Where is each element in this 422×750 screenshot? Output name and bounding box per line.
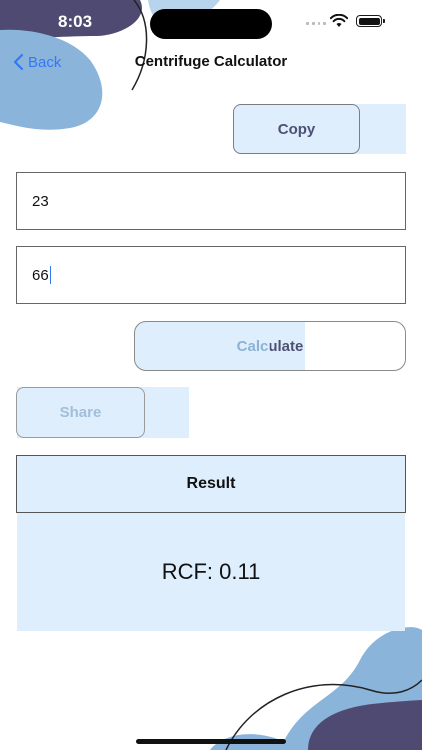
- bottom-right-light-blob: [280, 627, 422, 750]
- page-title: Centrifuge Calculator: [134, 53, 288, 70]
- result-header: Result: [16, 455, 406, 513]
- first-value-input[interactable]: 23: [16, 172, 406, 230]
- dynamic-island: [150, 9, 272, 39]
- result-panel: RCF: 0.11: [17, 513, 405, 631]
- wifi-icon: [330, 14, 348, 27]
- bottom-right-dark-blob: [308, 700, 422, 750]
- copy-button[interactable]: Copy: [233, 104, 360, 154]
- share-button-label: Share: [59, 404, 102, 421]
- battery-icon: [356, 15, 385, 27]
- second-value-text: 66: [32, 266, 49, 284]
- first-value-text: 23: [32, 192, 49, 210]
- status-time: 8:03: [58, 12, 93, 31]
- share-button[interactable]: Share: [16, 387, 145, 438]
- calculate-button[interactable]: Calculate: [134, 321, 406, 371]
- second-value-input[interactable]: 66: [16, 246, 406, 304]
- home-indicator[interactable]: [136, 739, 286, 744]
- status-bar: 8:03: [0, 0, 422, 46]
- cellular-signal-icon: [306, 19, 326, 25]
- result-value: RCF: 0.11: [161, 559, 261, 584]
- copy-button-label: Copy: [277, 120, 316, 138]
- text-cursor: [49, 266, 52, 284]
- calculate-button-label: Calculate: [236, 337, 304, 355]
